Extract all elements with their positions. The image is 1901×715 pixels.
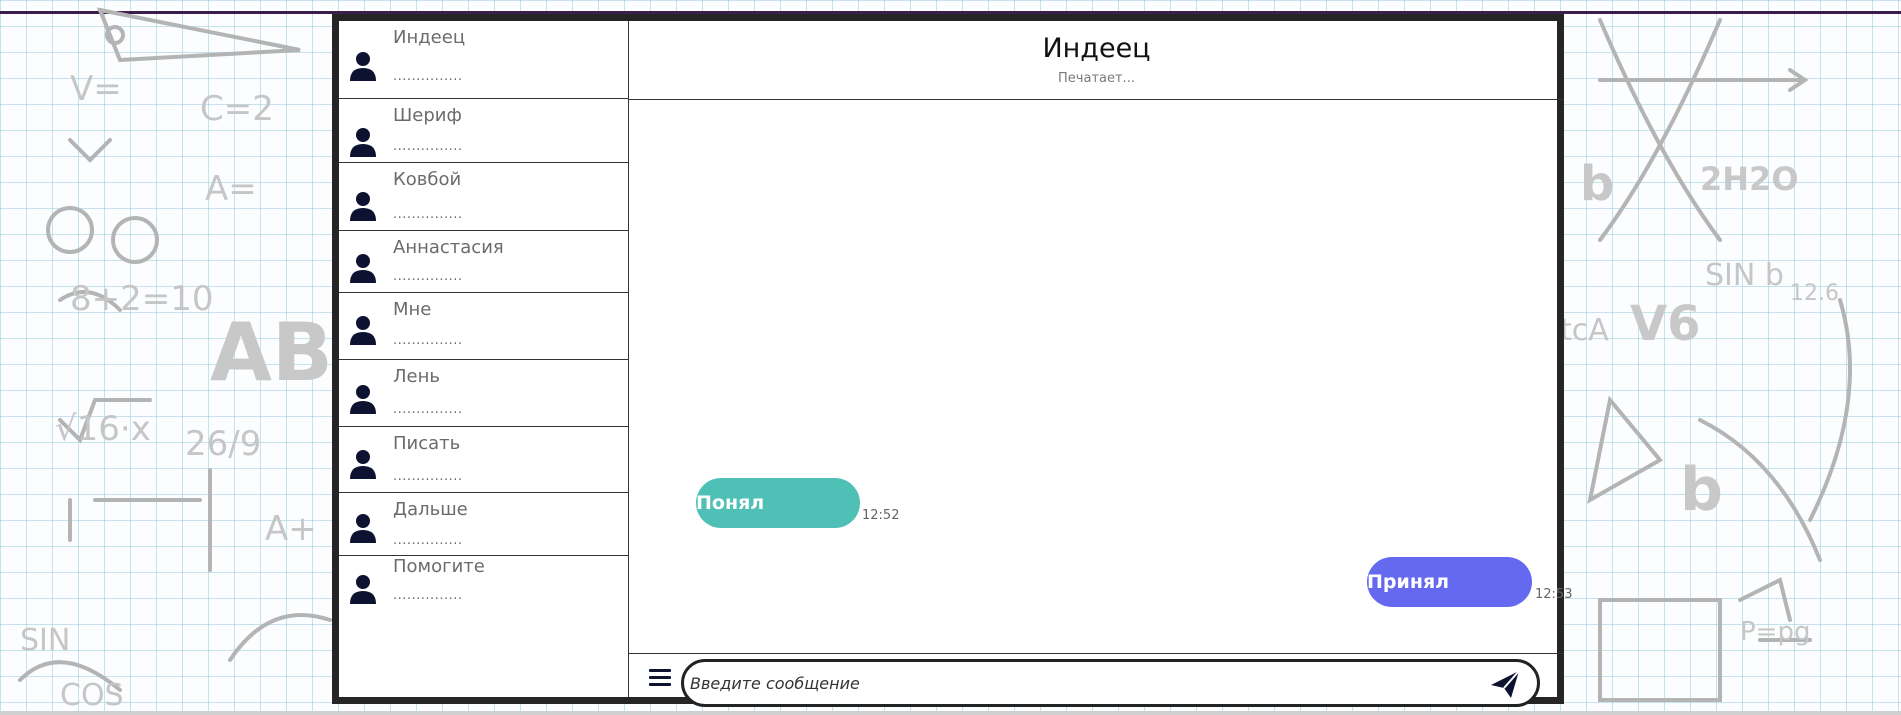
contact-item[interactable]: Мне ............... [339, 293, 628, 360]
svg-text:C=2: C=2 [200, 89, 274, 129]
contact-name: Шериф [393, 105, 462, 126]
svg-text:tcA: tcA [1560, 313, 1609, 348]
contact-item[interactable]: Шериф ............... [339, 99, 628, 163]
contact-name: Ковбой [393, 169, 462, 190]
contact-preview: ............... [393, 269, 463, 284]
contact-item[interactable]: Дальше ............... [339, 493, 628, 556]
contact-preview: ............... [393, 139, 463, 154]
svg-text:A+: A+ [265, 509, 317, 549]
contact-name: Помогите [393, 556, 485, 577]
contact-item[interactable]: Ковбой ............... [339, 163, 628, 231]
svg-text:12.6: 12.6 [1790, 281, 1839, 306]
send-icon[interactable] [1489, 669, 1521, 699]
contact-item[interactable]: Аннастасия ............... [339, 231, 628, 293]
svg-text:SIN b: SIN b [1705, 258, 1784, 293]
svg-text:26/9: 26/9 [185, 424, 261, 464]
menu-icon[interactable] [649, 669, 671, 687]
messenger-window: Индеец ............... Шериф ...........… [332, 14, 1572, 707]
user-avatar-icon [350, 128, 376, 157]
message-time: 12:53 [1535, 587, 1573, 602]
outgoing-message-bubble[interactable]: Принял [1367, 557, 1532, 607]
user-avatar-icon [350, 450, 376, 479]
contact-name: Аннастасия [393, 237, 504, 258]
svg-text:SIN: SIN [20, 623, 70, 658]
contact-item[interactable]: Помогите ............... [339, 556, 628, 616]
contact-item[interactable]: Индеец ............... [339, 21, 628, 99]
contact-preview: ............... [393, 533, 463, 548]
svg-text:b: b [1680, 455, 1723, 525]
svg-text:P=pg: P=pg [1740, 617, 1810, 647]
svg-text:2H2O: 2H2O [1700, 160, 1799, 198]
user-avatar-icon [350, 192, 376, 221]
contact-name: Писать [393, 433, 461, 454]
user-avatar-icon [350, 316, 376, 345]
contact-preview: ............... [393, 588, 463, 603]
contacts-sidebar: Индеец ............... Шериф ...........… [339, 21, 629, 697]
message-composer [629, 653, 1564, 707]
contact-preview: ............... [393, 207, 463, 222]
contact-item[interactable]: Лень ............... [339, 360, 628, 427]
svg-text:AB: AB [210, 306, 333, 399]
contact-preview: ............... [393, 469, 463, 484]
contact-preview: ............... [393, 69, 463, 84]
message-input[interactable] [681, 659, 1540, 707]
user-avatar-icon [350, 52, 376, 81]
svg-text:b: b [1580, 156, 1614, 212]
contact-preview: ............... [393, 402, 463, 417]
contact-item[interactable]: Писать ............... [339, 427, 628, 493]
contact-preview: ............... [393, 333, 463, 348]
user-avatar-icon [350, 385, 376, 414]
user-avatar-icon [350, 514, 376, 543]
svg-text:V6: V6 [1630, 296, 1701, 352]
user-avatar-icon [350, 575, 376, 604]
contact-name: Мне [393, 299, 432, 320]
incoming-message-bubble[interactable]: Понял [696, 478, 860, 528]
bottom-border-line [0, 711, 1901, 715]
svg-text:√16·x: √16·x [55, 409, 151, 449]
svg-text:A=: A= [205, 169, 257, 209]
contact-name: Индеец [393, 27, 466, 48]
contact-name: Дальше [393, 499, 468, 520]
contact-name: Лень [393, 366, 440, 387]
chat-header: Индеец Печатает... [629, 21, 1564, 100]
svg-text:8+2=10: 8+2=10 [70, 279, 214, 319]
svg-text:V=: V= [70, 69, 122, 109]
typing-status: Печатает... [1058, 71, 1135, 86]
message-time: 12:52 [862, 508, 900, 523]
chat-title: Индеец [1042, 33, 1151, 64]
user-avatar-icon [350, 254, 376, 283]
svg-text:COS: COS [60, 678, 124, 713]
